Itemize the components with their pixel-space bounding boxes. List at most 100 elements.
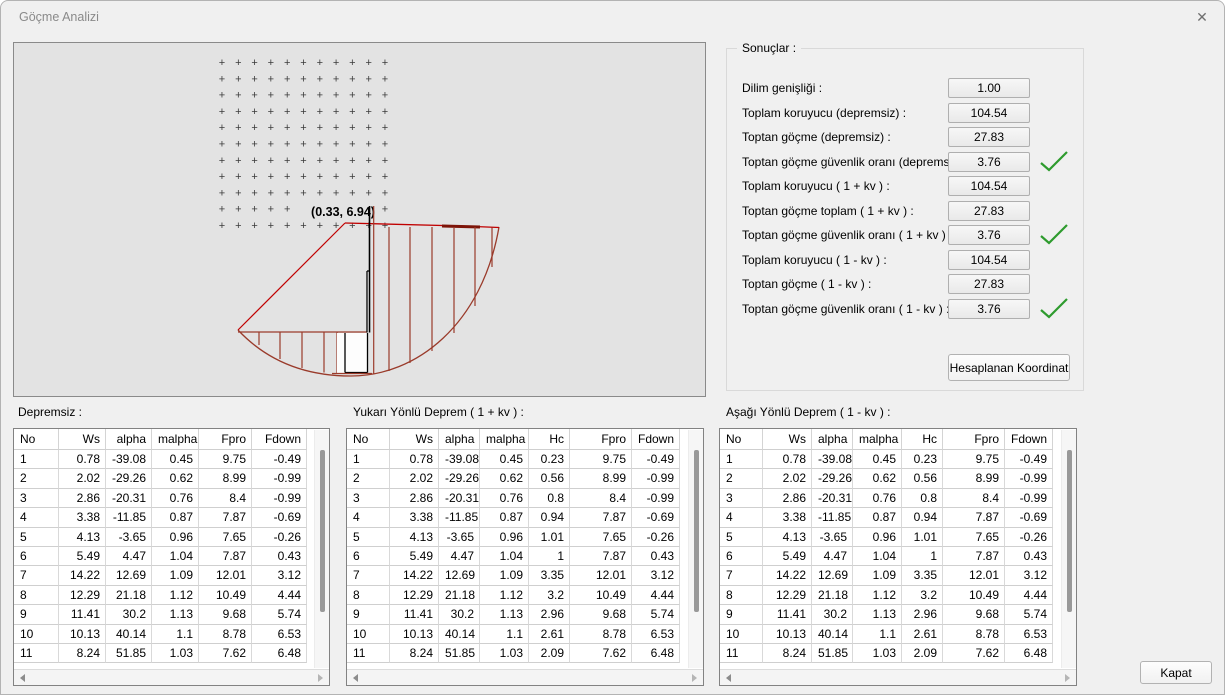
table-cell: 0.43 — [632, 547, 680, 566]
table-cell: 21.18 — [439, 586, 480, 605]
column-header-ws[interactable]: Ws — [390, 429, 439, 450]
svg-text:+: + — [284, 220, 290, 232]
vertical-scrollbar[interactable] — [688, 430, 703, 668]
table-cell: 2.09 — [902, 644, 943, 663]
column-header-fpro[interactable]: Fpro — [199, 429, 252, 450]
table-cell: 6.53 — [632, 625, 680, 644]
column-header-no[interactable]: No — [347, 429, 390, 450]
column-header-fdown[interactable]: Fdown — [252, 429, 307, 450]
svg-text:+: + — [268, 57, 274, 69]
column-header-alpha[interactable]: alpha — [812, 429, 853, 450]
column-header-fdown[interactable]: Fdown — [632, 429, 680, 450]
vertical-scrollbar-thumb[interactable] — [694, 450, 699, 612]
column-header-fdown[interactable]: Fdown — [1005, 429, 1053, 450]
column-header-ws[interactable]: Ws — [763, 429, 812, 450]
column-header-malpha[interactable]: malpha — [480, 429, 529, 450]
svg-text:+: + — [317, 122, 323, 134]
svg-text:+: + — [382, 171, 388, 183]
table-cell: 21.18 — [812, 586, 853, 605]
horizontal-scrollbar[interactable] — [720, 669, 1076, 685]
scroll-right-icon[interactable] — [1065, 674, 1070, 682]
table-cell: 6.48 — [1005, 644, 1053, 663]
svg-text:+: + — [382, 139, 388, 151]
table-cell: -0.69 — [1005, 508, 1053, 527]
svg-text:+: + — [349, 90, 355, 102]
svg-text:+: + — [317, 155, 323, 167]
table-cell: 7.65 — [943, 528, 1005, 547]
table-cell: 10.49 — [943, 586, 1005, 605]
check-icon — [1039, 298, 1069, 320]
column-header-fpro[interactable]: Fpro — [570, 429, 632, 450]
column-header-malpha[interactable]: malpha — [152, 429, 199, 450]
column-header-no[interactable]: No — [14, 429, 59, 450]
table-row: 32.86-20.310.760.88.4-0.99 — [720, 489, 1076, 508]
column-header-ws[interactable]: Ws — [59, 429, 106, 450]
table-cell: -20.31 — [439, 489, 480, 508]
table-cell: 8 — [347, 586, 390, 605]
table-cell: 4.13 — [59, 528, 106, 547]
horizontal-scrollbar[interactable] — [347, 669, 703, 685]
table-cell: 8.24 — [390, 644, 439, 663]
svg-text:+: + — [251, 171, 257, 183]
vertical-scrollbar-thumb[interactable] — [1067, 450, 1072, 612]
table-cell: 30.2 — [106, 605, 152, 624]
kapat-button[interactable]: Kapat — [1140, 661, 1212, 684]
scroll-left-icon[interactable] — [726, 674, 731, 682]
table-row: 10.78-39.080.450.239.75-0.49 — [720, 450, 1076, 469]
svg-text:+: + — [365, 57, 371, 69]
vertical-scrollbar[interactable] — [1061, 430, 1076, 668]
svg-text:+: + — [251, 106, 257, 118]
scroll-right-icon[interactable] — [692, 674, 697, 682]
table-cell: 4.13 — [763, 528, 812, 547]
result-label: Toptan göçme güvenlik oranı (depremsiz) … — [742, 152, 969, 172]
scroll-left-icon[interactable] — [353, 674, 358, 682]
table-cell: 2.02 — [59, 469, 106, 488]
column-header-fpro[interactable]: Fpro — [943, 429, 1005, 450]
vertical-scrollbar[interactable] — [314, 430, 329, 668]
column-header-no[interactable]: No — [720, 429, 763, 450]
scroll-right-icon[interactable] — [318, 674, 323, 682]
analysis-drawing-panel: ++++++++++++++++++++++++++++++++++++++++… — [13, 42, 706, 397]
check-icon — [1039, 224, 1069, 246]
table-cell: 30.2 — [812, 605, 853, 624]
table-cell: 3 — [347, 489, 390, 508]
result-label: Dilim genişliği : — [742, 78, 822, 98]
svg-text:+: + — [251, 187, 257, 199]
table-cell: 6.48 — [632, 644, 680, 663]
svg-text:+: + — [251, 204, 257, 216]
table-cell: 5 — [347, 528, 390, 547]
svg-text:+: + — [300, 122, 306, 134]
vertical-scrollbar-thumb[interactable] — [320, 450, 325, 612]
result-label: Toplam koruyucu (depremsiz) : — [742, 103, 906, 123]
column-header-hc[interactable]: Hc — [529, 429, 570, 450]
table-title-asagi: Aşağı Yönlü Deprem ( 1 - kv ) : — [726, 405, 891, 421]
table-cell: 4.44 — [632, 586, 680, 605]
table-row: 43.38-11.850.870.947.87-0.69 — [720, 508, 1076, 527]
svg-text:+: + — [382, 90, 388, 102]
table-cell: 1.03 — [480, 644, 529, 663]
table-cell: 8.99 — [199, 469, 252, 488]
close-icon[interactable]: ✕ — [1192, 7, 1212, 27]
column-header-malpha[interactable]: malpha — [853, 429, 902, 450]
svg-text:+: + — [382, 122, 388, 134]
scroll-left-icon[interactable] — [20, 674, 25, 682]
column-header-hc[interactable]: Hc — [902, 429, 943, 450]
table-cell: 7.65 — [570, 528, 632, 547]
table-cell: 40.14 — [812, 625, 853, 644]
column-header-alpha[interactable]: alpha — [106, 429, 152, 450]
table-row: 714.2212.691.093.3512.013.12 — [720, 566, 1076, 585]
table-cell: 3 — [14, 489, 59, 508]
svg-text:+: + — [349, 57, 355, 69]
hesaplanan-koordinat-button[interactable]: Hesaplanan Koordinat — [948, 354, 1070, 381]
table-row: 65.494.471.0417.870.43 — [347, 547, 703, 566]
horizontal-scrollbar[interactable] — [14, 669, 329, 685]
table-cell: 2.09 — [529, 644, 570, 663]
table-cell: -3.65 — [106, 528, 152, 547]
column-header-alpha[interactable]: alpha — [439, 429, 480, 450]
table-cell: 0.87 — [480, 508, 529, 527]
svg-text:+: + — [284, 106, 290, 118]
table-cell: 4 — [720, 508, 763, 527]
svg-text:+: + — [300, 155, 306, 167]
svg-text:+: + — [382, 106, 388, 118]
svg-text:+: + — [333, 122, 339, 134]
